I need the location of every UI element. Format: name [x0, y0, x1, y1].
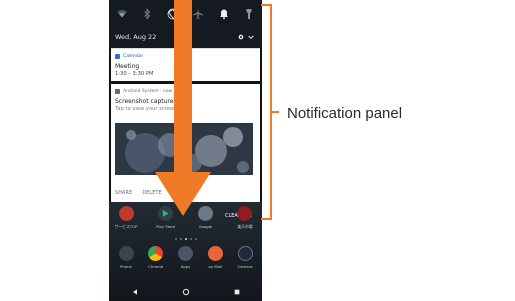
app-rakuten[interactable]: 楽天市場 — [233, 206, 257, 230]
back-icon[interactable] — [130, 287, 140, 297]
recents-icon[interactable] — [232, 287, 242, 297]
page-indicator — [109, 238, 262, 240]
service-top-icon — [118, 206, 134, 221]
app-label: Camera — [237, 264, 253, 269]
app-label: サービスTOP — [114, 224, 138, 229]
app-chrome[interactable]: Chrome — [144, 246, 168, 269]
app-au-mail[interactable]: au Mail — [203, 246, 227, 269]
app-label: au Mail — [208, 264, 223, 269]
app-label: Google — [198, 224, 212, 229]
app-label: Chrome — [148, 264, 164, 269]
home-icon[interactable] — [181, 287, 191, 297]
share-button[interactable]: SHARE — [115, 191, 132, 196]
image-icon — [115, 89, 120, 94]
phone-icon — [118, 246, 134, 261]
app-label: Apps — [180, 264, 191, 269]
navigation-bar — [109, 282, 262, 301]
au-mail-icon — [207, 246, 223, 261]
dock: Phone Chrome Apps au Mail Camera — [114, 246, 257, 269]
panel-bracket — [261, 4, 279, 220]
calendar-icon — [115, 54, 120, 59]
app-phone[interactable]: Phone — [114, 246, 138, 269]
app-drawer[interactable]: Apps — [174, 246, 198, 269]
wifi-icon[interactable] — [115, 7, 129, 21]
app-camera[interactable]: Camera — [233, 246, 257, 269]
swipe-down-arrow-icon — [155, 0, 211, 216]
app-label: 楽天市場 — [237, 224, 253, 229]
chrome-icon — [148, 246, 164, 261]
apps-grid-icon — [178, 246, 193, 261]
chevron-down-icon[interactable] — [246, 32, 256, 42]
notification-app-name: Calendar — [123, 54, 144, 59]
callout-label: Notification panel — [287, 105, 403, 122]
bluetooth-icon[interactable] — [140, 7, 154, 21]
flashlight-icon[interactable] — [242, 7, 256, 21]
gear-icon[interactable] — [236, 32, 246, 42]
app-label: Play Store — [156, 224, 176, 229]
app-label: Phone — [120, 264, 132, 269]
app-service-top[interactable]: サービスTOP — [114, 206, 138, 230]
rakuten-icon — [237, 206, 253, 221]
camera-icon — [237, 246, 253, 261]
bell-icon[interactable] — [217, 7, 231, 21]
